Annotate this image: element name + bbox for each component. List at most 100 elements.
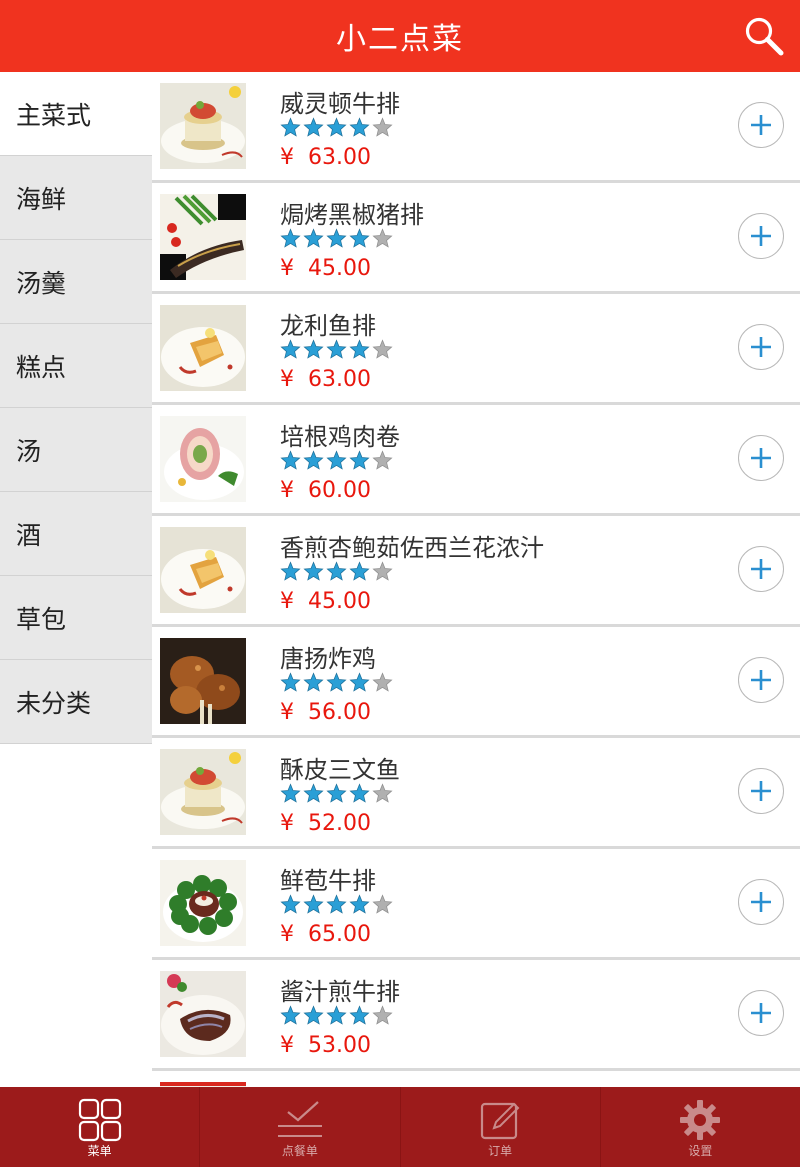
add-dish-button[interactable] (738, 324, 784, 370)
fish-fillet-image (160, 527, 246, 613)
star-icon (372, 339, 393, 359)
star-icon (326, 783, 347, 803)
star-icon (280, 1005, 301, 1025)
tab-edit[interactable]: 订单 (401, 1087, 601, 1167)
category-item[interactable]: 糕点 (0, 324, 152, 408)
currency-symbol: ¥ (280, 367, 294, 392)
grid-icon (78, 1098, 121, 1142)
star-icon (372, 672, 393, 692)
plus-icon (751, 115, 771, 135)
star-icon (349, 450, 370, 470)
star-icon (303, 561, 324, 581)
dish-list-item[interactable]: 焗烤黑椒猪排 ¥45.00 (152, 183, 800, 294)
category-item[interactable]: 主菜式 (0, 72, 152, 156)
dish-list-item-partial[interactable] (152, 1071, 800, 1087)
star-rating (280, 1005, 393, 1027)
broccoli-steak-image (160, 860, 246, 946)
page-title: 小二点菜 (336, 22, 464, 57)
star-icon (326, 1005, 347, 1025)
add-dish-button[interactable] (738, 435, 784, 481)
currency-symbol: ¥ (280, 145, 294, 170)
add-dish-button[interactable] (738, 990, 784, 1036)
edit-icon (481, 1102, 520, 1140)
star-icon (303, 228, 324, 248)
star-icon (303, 783, 324, 803)
star-icon (349, 672, 370, 692)
category-item[interactable]: 酒 (0, 492, 152, 576)
star-icon (372, 894, 393, 914)
star-icon (349, 1005, 370, 1025)
category-item[interactable]: 海鲜 (0, 156, 152, 240)
dish-price: ¥65.00 (280, 922, 371, 947)
price-value: 53.00 (308, 1033, 371, 1058)
dish-list-item[interactable]: 龙利鱼排 ¥63.00 (152, 294, 800, 405)
dish-list-item[interactable]: 威灵顿牛排 ¥63.00 (152, 72, 800, 183)
dish-list-item[interactable]: 香煎杏鲍茹佐西兰花浓汁 ¥45.00 (152, 516, 800, 627)
tab-grid[interactable]: 菜单 (0, 1087, 201, 1167)
tower-plate-image (160, 749, 246, 835)
star-icon (372, 783, 393, 803)
star-icon (280, 117, 301, 137)
plus-icon (751, 559, 771, 579)
app-header: 小二点菜 (0, 0, 800, 72)
fried-chicken-image (160, 638, 246, 724)
add-dish-button[interactable] (738, 657, 784, 703)
dish-name: 酱汁煎牛排 (280, 978, 400, 1006)
star-icon (326, 339, 347, 359)
price-value: 60.00 (308, 478, 371, 503)
star-icon (303, 894, 324, 914)
dish-name: 唐扬炸鸡 (280, 645, 376, 673)
star-icon (326, 228, 347, 248)
category-item[interactable]: 未分类 (0, 660, 152, 744)
currency-symbol: ¥ (280, 589, 294, 614)
dish-list-item[interactable]: 培根鸡肉卷 ¥60.00 (152, 405, 800, 516)
dish-price: ¥60.00 (280, 478, 371, 503)
star-icon (372, 117, 393, 137)
category-item[interactable]: 草包 (0, 576, 152, 660)
dish-list[interactable]: 威灵顿牛排 ¥63.00 焗烤黑椒猪排 ¥45.00 龙利鱼排 ¥63.00 培根鸡肉卷 ¥6… (152, 72, 800, 1087)
star-icon (280, 672, 301, 692)
dish-price: ¥52.00 (280, 811, 371, 836)
add-dish-button[interactable] (738, 546, 784, 592)
tower-plate-image (160, 83, 246, 169)
dish-list-item[interactable]: 唐扬炸鸡 ¥56.00 (152, 627, 800, 738)
star-rating (280, 561, 393, 583)
currency-symbol: ¥ (280, 256, 294, 281)
dish-price: ¥56.00 (280, 700, 371, 725)
add-dish-button[interactable] (738, 102, 784, 148)
add-dish-button[interactable] (738, 879, 784, 925)
add-dish-button[interactable] (738, 768, 784, 814)
star-icon (372, 450, 393, 470)
star-icon (280, 228, 301, 248)
star-icon (349, 228, 370, 248)
star-icon (326, 117, 347, 137)
add-dish-button[interactable] (738, 213, 784, 259)
star-rating (280, 117, 393, 139)
dish-name: 焗烤黑椒猪排 (280, 201, 424, 229)
tab-label: 点餐单 (281, 1144, 318, 1158)
price-value: 56.00 (308, 700, 371, 725)
category-item[interactable]: 汤羹 (0, 240, 152, 324)
star-icon (326, 894, 347, 914)
dish-list-item[interactable]: 酱汁煎牛排 ¥53.00 (152, 960, 800, 1071)
price-value: 63.00 (308, 367, 371, 392)
search-icon[interactable] (742, 14, 786, 58)
fish-fillet-image (160, 305, 246, 391)
tab-checklist[interactable]: 点餐单 (200, 1087, 401, 1167)
price-value: 52.00 (308, 811, 371, 836)
star-icon (280, 450, 301, 470)
tab-gear[interactable]: 设置 (601, 1087, 800, 1167)
dish-name: 酥皮三文鱼 (280, 756, 400, 784)
dish-price: ¥63.00 (280, 145, 371, 170)
category-item[interactable]: 汤 (0, 408, 152, 492)
star-icon (303, 117, 324, 137)
pork-asparagus-image (160, 194, 246, 280)
price-value: 65.00 (308, 922, 371, 947)
dish-list-item[interactable]: 酥皮三文鱼 ¥52.00 (152, 738, 800, 849)
tab-label: 订单 (488, 1144, 513, 1158)
star-icon (349, 117, 370, 137)
star-icon (303, 339, 324, 359)
category-sidebar: 主菜式 海鲜 汤羹 糕点汤酒草包 未分类 (0, 72, 152, 1087)
currency-symbol: ¥ (280, 700, 294, 725)
dish-list-item[interactable]: 鲜苞牛排 ¥65.00 (152, 849, 800, 960)
